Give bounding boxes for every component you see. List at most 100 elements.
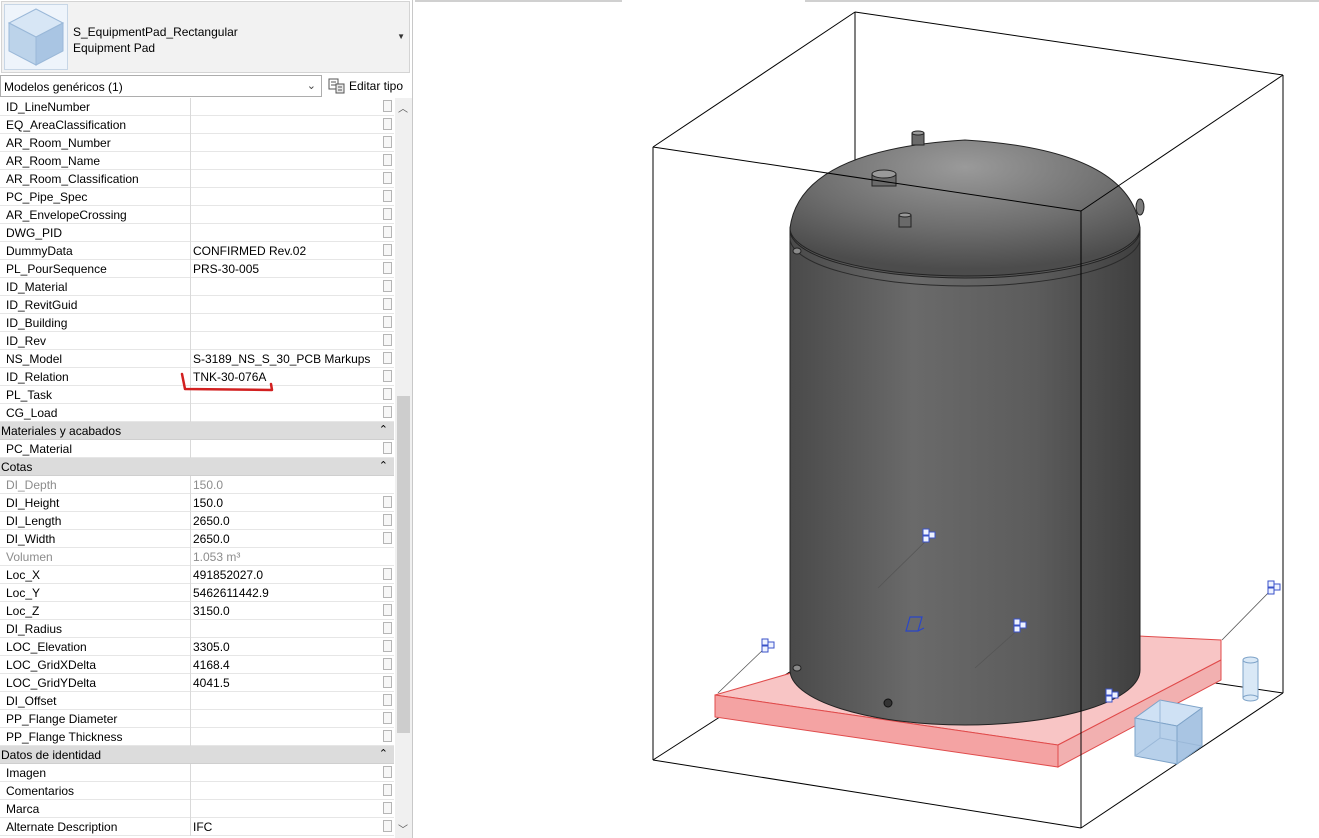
group-header[interactable]: Materiales y acabados ⌃ — [0, 422, 394, 440]
property-name: DWG_PID — [6, 226, 63, 240]
property-row: AR_Room_Classification — [0, 170, 394, 188]
group-header[interactable]: Cotas ⌃ — [0, 458, 394, 476]
associate-parameter-button[interactable] — [383, 262, 392, 274]
column-divider — [190, 584, 191, 602]
associate-parameter-button[interactable] — [383, 586, 392, 598]
associate-parameter-button[interactable] — [383, 514, 392, 526]
associate-parameter-button[interactable] — [383, 496, 392, 508]
property-name: PC_Pipe_Spec — [6, 190, 88, 204]
collapse-icon[interactable]: ⌃ — [379, 459, 388, 472]
associate-parameter-button[interactable] — [383, 532, 392, 544]
associate-parameter-button[interactable] — [383, 226, 392, 238]
associate-parameter-button[interactable] — [383, 298, 392, 310]
property-name: AR_Room_Number — [6, 136, 111, 150]
property-value[interactable]: 2650.0 — [193, 514, 230, 528]
associate-parameter-button[interactable] — [383, 370, 392, 382]
property-value[interactable]: 5462611442.9 — [193, 586, 269, 600]
property-name: Volumen — [6, 550, 53, 564]
property-row: PP_Flange Diameter — [0, 710, 394, 728]
associate-parameter-button[interactable] — [383, 388, 392, 400]
associate-parameter-button[interactable] — [383, 352, 392, 364]
group-title: Materiales y acabados — [1, 424, 122, 438]
property-row: DummyData CONFIRMED Rev.02 — [0, 242, 394, 260]
property-value: 150.0 — [193, 478, 224, 492]
associate-parameter-button[interactable] — [383, 208, 392, 220]
property-value[interactable]: 4041.5 — [193, 676, 230, 690]
associate-parameter-button[interactable] — [383, 406, 392, 418]
property-value[interactable]: S-3189_NS_S_30_PCB Markups — [193, 352, 370, 366]
associate-parameter-button[interactable] — [383, 622, 392, 634]
property-name: Alternate Description — [6, 820, 118, 834]
property-value[interactable]: 2650.0 — [193, 532, 230, 546]
column-divider — [190, 98, 191, 116]
property-value[interactable]: 4168.4 — [193, 658, 230, 672]
column-divider — [190, 134, 191, 152]
scroll-up-icon[interactable]: ︿ — [398, 100, 408, 115]
property-value[interactable]: 150.0 — [193, 496, 223, 510]
collapse-icon[interactable]: ⌃ — [379, 747, 388, 760]
property-row: DI_Offset — [0, 692, 394, 710]
instance-filter-row: Modelos genéricos (1) ⌄ Editar tipo — [0, 75, 412, 98]
property-name: LOC_Elevation — [6, 640, 87, 654]
property-name: PL_Task — [6, 388, 53, 402]
property-row: Loc_Y 5462611442.9 — [0, 584, 394, 602]
group-header[interactable]: Datos de identidad ⌃ — [0, 746, 394, 764]
associate-parameter-button[interactable] — [383, 172, 392, 184]
associate-parameter-button[interactable] — [383, 676, 392, 688]
edit-type-button[interactable]: Editar tipo — [326, 76, 408, 96]
associate-parameter-button[interactable] — [383, 640, 392, 652]
associate-parameter-button[interactable] — [383, 442, 392, 454]
property-value[interactable]: 3305.0 — [193, 640, 230, 654]
column-divider — [190, 620, 191, 638]
associate-parameter-button[interactable] — [383, 730, 392, 742]
column-divider — [190, 404, 191, 422]
column-divider — [190, 278, 191, 296]
associate-parameter-button[interactable] — [383, 568, 392, 580]
column-divider — [190, 782, 191, 800]
column-divider — [190, 242, 191, 260]
3d-viewport[interactable] — [413, 0, 1319, 838]
category-filter-select[interactable]: Modelos genéricos (1) ⌄ — [0, 75, 322, 97]
property-row: DI_Height 150.0 — [0, 494, 394, 512]
associate-parameter-button[interactable] — [383, 334, 392, 346]
scroll-down-icon[interactable]: ﹀ — [398, 821, 408, 836]
associate-parameter-button[interactable] — [383, 316, 392, 328]
associate-parameter-button[interactable] — [383, 154, 392, 166]
associate-parameter-button[interactable] — [383, 802, 392, 814]
associate-parameter-button[interactable] — [383, 280, 392, 292]
property-value[interactable]: 491852027.0 — [193, 568, 263, 582]
collapse-icon[interactable]: ⌃ — [379, 423, 388, 436]
associate-parameter-button[interactable] — [383, 712, 392, 724]
vertical-tank[interactable] — [789, 130, 1145, 726]
associate-parameter-button[interactable] — [383, 694, 392, 706]
associate-parameter-button[interactable] — [383, 244, 392, 256]
property-name: DI_Radius — [6, 622, 63, 636]
property-value[interactable]: PRS-30-005 — [193, 262, 259, 276]
column-divider — [190, 224, 191, 242]
associate-parameter-button[interactable] — [383, 604, 392, 616]
associate-parameter-button[interactable] — [383, 658, 392, 670]
property-value[interactable]: CONFIRMED Rev.02 — [193, 244, 306, 258]
scrollbar-thumb[interactable] — [397, 396, 410, 733]
property-value[interactable]: 3150.0 — [193, 604, 230, 618]
column-divider — [190, 494, 191, 512]
associate-parameter-button[interactable] — [383, 100, 392, 112]
associate-parameter-button[interactable] — [383, 190, 392, 202]
associate-parameter-button[interactable] — [383, 118, 392, 130]
column-divider — [190, 206, 191, 224]
property-row: Loc_X 491852027.0 — [0, 566, 394, 584]
property-name: NS_Model — [6, 352, 63, 366]
column-divider — [190, 476, 191, 494]
properties-scrollbar[interactable]: ︿ ﹀ — [395, 98, 412, 838]
associate-parameter-button[interactable] — [383, 136, 392, 148]
column-divider — [190, 638, 191, 656]
type-dropdown-arrow-icon[interactable]: ▼ — [397, 32, 405, 41]
associate-parameter-button[interactable] — [383, 784, 392, 796]
column-divider — [190, 674, 191, 692]
type-selector[interactable]: S_EquipmentPad_Rectangular Equipment Pad… — [1, 1, 410, 73]
property-value[interactable]: IFC — [193, 820, 212, 834]
associate-parameter-button[interactable] — [383, 820, 392, 832]
property-name: PP_Flange Thickness — [6, 730, 123, 744]
property-row: LOC_GridYDelta 4041.5 — [0, 674, 394, 692]
associate-parameter-button[interactable] — [383, 766, 392, 778]
